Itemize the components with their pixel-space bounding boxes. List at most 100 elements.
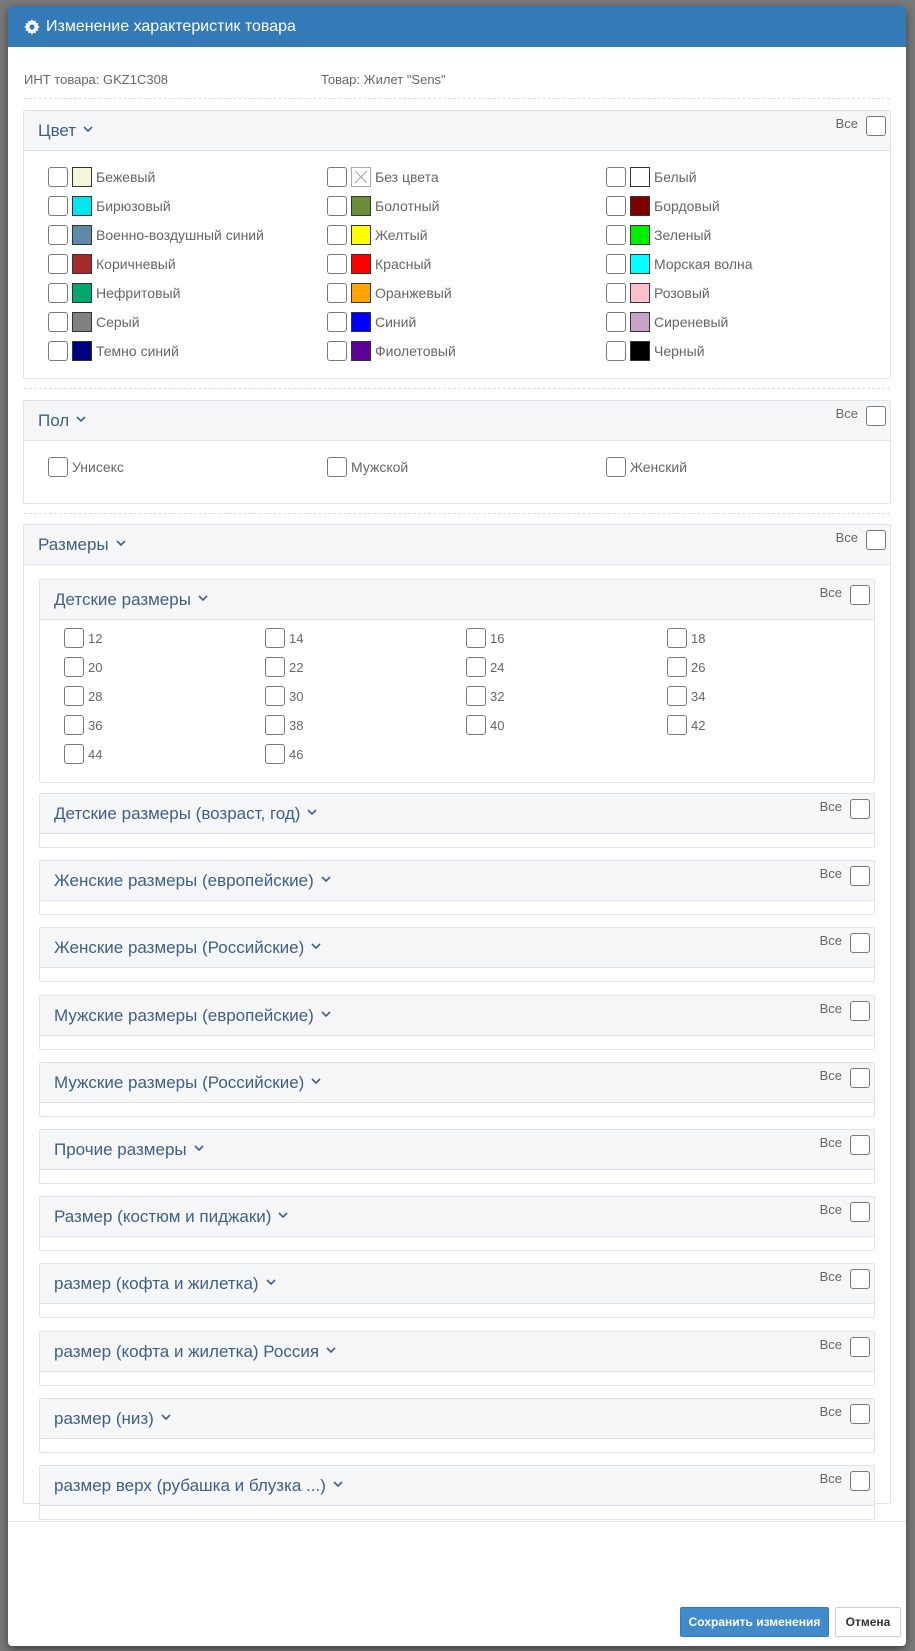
select-all-checkbox[interactable] [850, 1067, 870, 1088]
select-all-subgroup[interactable]: Все [820, 1135, 870, 1155]
color-checkbox[interactable] [48, 196, 68, 216]
color-option[interactable]: Зеленый [606, 225, 711, 245]
color-checkbox[interactable] [48, 254, 68, 274]
size-checkbox[interactable] [667, 686, 687, 706]
size-option[interactable]: 30 [265, 686, 303, 706]
size-checkbox[interactable] [466, 686, 486, 706]
sizes-panel-header[interactable]: Размеры Все [24, 525, 890, 565]
size-subgroup-title[interactable]: размер (кофта и жилетка) [54, 1274, 276, 1294]
select-all-subgroup[interactable]: Все [820, 933, 870, 954]
size-option[interactable]: 36 [64, 715, 102, 735]
gender-checkbox[interactable] [606, 457, 626, 477]
size-subgroup-header[interactable]: Детские размеры (возраст, год) Все [40, 794, 874, 834]
select-all-subgroup[interactable]: Все [820, 1202, 870, 1223]
size-checkbox[interactable] [265, 657, 285, 677]
color-option[interactable]: Бирюзовый [48, 196, 171, 216]
select-all-subgroup[interactable]: Все [820, 1269, 870, 1290]
color-checkbox[interactable] [606, 225, 626, 245]
size-option[interactable]: 42 [667, 715, 705, 735]
color-option[interactable]: Нефритовый [48, 283, 180, 303]
color-checkbox[interactable] [48, 167, 68, 187]
color-checkbox[interactable] [606, 341, 626, 361]
size-checkbox[interactable] [265, 686, 285, 706]
color-checkbox[interactable] [327, 283, 347, 303]
color-checkbox[interactable] [606, 254, 626, 274]
color-option[interactable]: Бежевый [48, 167, 155, 187]
select-all-subgroup[interactable]: Все [820, 1403, 870, 1424]
color-checkbox[interactable] [48, 312, 68, 332]
color-option[interactable]: Белый [606, 167, 697, 187]
size-subgroup-header[interactable]: размер (кофта и жилетка) Все [40, 1264, 874, 1305]
size-checkbox[interactable] [466, 657, 486, 677]
size-checkbox[interactable] [64, 628, 84, 648]
select-all-checkbox[interactable] [850, 1403, 870, 1424]
select-all-checkbox[interactable] [850, 1269, 870, 1290]
color-option[interactable]: Красный [327, 254, 431, 274]
size-subgroup-title[interactable]: Размер (костюм и пиджаки) [54, 1207, 288, 1227]
color-checkbox[interactable] [327, 225, 347, 245]
size-option[interactable]: 32 [466, 686, 504, 706]
size-option[interactable]: 38 [265, 715, 303, 735]
select-all-subgroup[interactable]: Все [820, 1000, 870, 1021]
select-all-subgroup[interactable]: Все [820, 1471, 870, 1491]
size-option[interactable]: 12 [64, 628, 102, 648]
gender-option[interactable]: Женский [606, 457, 687, 477]
color-option[interactable]: Болотный [327, 196, 440, 216]
color-option[interactable]: Коричневый [48, 254, 176, 274]
color-option[interactable]: Розовый [606, 283, 710, 303]
color-option[interactable]: Бордовый [606, 196, 720, 216]
size-subgroup-header[interactable]: размер верх (рубашка и блузка ...) Все [40, 1466, 874, 1506]
size-option[interactable]: 18 [667, 628, 705, 648]
size-subgroup-title[interactable]: Мужские размеры (европейские) [54, 1006, 331, 1026]
select-all-checkbox[interactable] [866, 116, 886, 136]
size-subgroup-title[interactable]: Женские размеры (европейские) [54, 871, 331, 891]
color-checkbox[interactable] [48, 225, 68, 245]
size-checkbox[interactable] [667, 657, 687, 677]
color-checkbox[interactable] [327, 312, 347, 332]
color-checkbox[interactable] [48, 283, 68, 303]
select-all-checkbox[interactable] [866, 530, 886, 550]
select-all-subgroup[interactable]: Все [820, 1067, 870, 1088]
gender-option[interactable]: Унисекс [48, 457, 124, 477]
select-all-kids[interactable]: Все [820, 585, 870, 605]
select-all-subgroup[interactable]: Все [820, 799, 870, 819]
size-checkbox[interactable] [64, 715, 84, 735]
color-checkbox[interactable] [327, 254, 347, 274]
save-button[interactable]: Сохранить изменения [680, 1607, 829, 1637]
color-panel-title[interactable]: Цвет [38, 121, 93, 141]
color-option[interactable]: Серый [48, 312, 140, 332]
size-checkbox[interactable] [466, 715, 486, 735]
color-checkbox[interactable] [606, 283, 626, 303]
size-checkbox[interactable] [667, 715, 687, 735]
select-all-checkbox[interactable] [850, 1336, 870, 1357]
size-option[interactable]: 14 [265, 628, 303, 648]
size-option[interactable]: 28 [64, 686, 102, 706]
size-subgroup-header[interactable]: размер (низ) Все [40, 1398, 874, 1439]
select-all-subgroup[interactable]: Все [820, 1336, 870, 1357]
size-option[interactable]: 16 [466, 628, 504, 648]
color-checkbox[interactable] [327, 167, 347, 187]
gender-option[interactable]: Мужской [327, 457, 408, 477]
gender-checkbox[interactable] [327, 457, 347, 477]
color-option[interactable]: Фиолетовый [327, 341, 456, 361]
size-option[interactable]: 22 [265, 657, 303, 677]
select-all-checkbox[interactable] [850, 799, 870, 819]
size-option[interactable]: 40 [466, 715, 504, 735]
size-checkbox[interactable] [64, 744, 84, 764]
size-option[interactable]: 24 [466, 657, 504, 677]
select-all-checkbox[interactable] [850, 1202, 870, 1223]
color-option[interactable]: Черный [606, 341, 705, 361]
select-all-color[interactable]: Все [836, 116, 886, 136]
size-subgroup-title[interactable]: размер (низ) [54, 1409, 171, 1429]
gender-panel-title[interactable]: Пол [38, 411, 86, 431]
color-option[interactable]: Без цвета [327, 167, 439, 187]
size-subgroup-title[interactable]: размер (кофта и жилетка) Россия [54, 1342, 336, 1362]
size-checkbox[interactable] [466, 628, 486, 648]
color-option[interactable]: Темно синий [48, 341, 179, 361]
size-checkbox[interactable] [64, 686, 84, 706]
gender-checkbox[interactable] [48, 457, 68, 477]
size-checkbox[interactable] [64, 657, 84, 677]
color-option[interactable]: Оранжевый [327, 283, 452, 303]
color-checkbox[interactable] [327, 341, 347, 361]
size-subgroup-header[interactable]: Мужские размеры (Российские) Все [40, 1062, 874, 1103]
